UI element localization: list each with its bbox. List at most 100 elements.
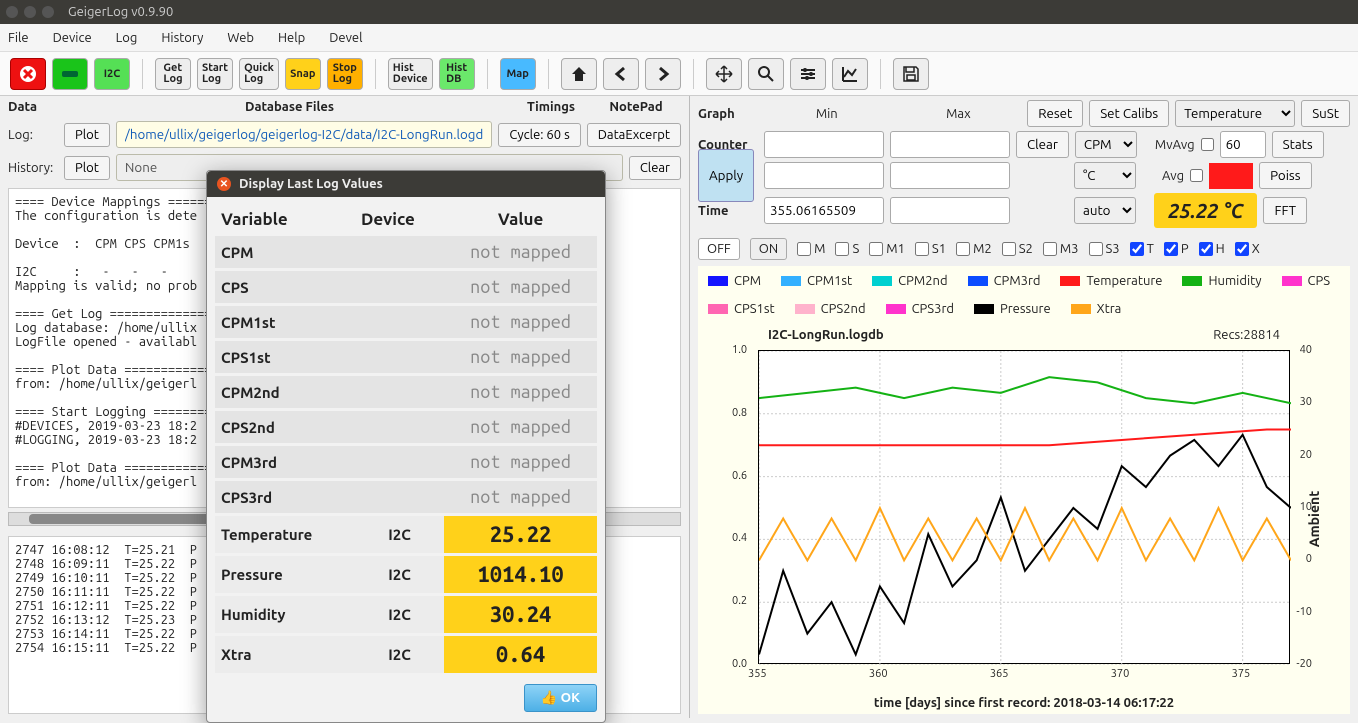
save-icon[interactable] xyxy=(893,58,929,90)
start-log-button[interactable]: Start Log xyxy=(197,58,233,90)
window-min-icon[interactable] xyxy=(24,6,36,18)
menu-history[interactable]: History xyxy=(161,31,203,45)
mvavg-label: MvAvg xyxy=(1155,138,1195,152)
clear-counter-button[interactable]: Clear xyxy=(1016,131,1069,158)
legend-item: Xtra xyxy=(1071,302,1122,316)
toolbar: I2C Get Log Start Log Quick Log Snap Sto… xyxy=(0,52,1358,96)
temperature-display: 25.22 °C xyxy=(1154,193,1257,228)
chk-m2[interactable]: M2 xyxy=(956,242,992,256)
chart-icon[interactable] xyxy=(832,58,868,90)
graph-label: Graph xyxy=(698,107,758,121)
time-max-input[interactable] xyxy=(890,197,1010,224)
plot-log-button[interactable]: Plot xyxy=(64,123,110,147)
menu-device[interactable]: Device xyxy=(53,31,92,45)
quick-log-button[interactable]: Quick Log xyxy=(239,58,279,90)
timings-header: Timings xyxy=(511,100,591,114)
history-label: History: xyxy=(8,161,58,175)
ambient-max-input[interactable] xyxy=(890,162,1010,189)
get-log-button[interactable]: Get Log xyxy=(155,58,191,90)
zoom-icon[interactable] xyxy=(748,58,784,90)
home-icon[interactable] xyxy=(561,58,597,90)
cycle-button[interactable]: Cycle: 60 s xyxy=(498,123,580,147)
hist-device-button[interactable]: Hist Device xyxy=(388,58,433,90)
fft-button[interactable]: FFT xyxy=(1263,197,1307,224)
col-variable: Variable xyxy=(215,206,355,233)
pan-icon[interactable] xyxy=(706,58,742,90)
table-row: CPM3rdnot mapped xyxy=(215,446,597,478)
variable-select[interactable]: Temperature xyxy=(1175,100,1295,127)
close-icon[interactable]: ✕ xyxy=(217,177,231,191)
chart-xlabel: time [days] since first record: 2018-03-… xyxy=(698,696,1350,710)
time-scale-select[interactable]: auto xyxy=(1074,197,1136,224)
chk-s3[interactable]: S3 xyxy=(1089,242,1120,256)
legend-item: CPM3rd xyxy=(968,274,1041,288)
table-row: PressureI2C1014.10 xyxy=(215,556,597,593)
legend-item: CPS2nd xyxy=(795,302,866,316)
chk-s2[interactable]: S2 xyxy=(1002,242,1033,256)
clear-button[interactable]: Clear xyxy=(629,156,681,180)
log-label: Log: xyxy=(8,128,58,142)
chart-area: I2C-LongRun.logdb Recs:28814 Counter [CP… xyxy=(698,324,1350,714)
counter-max-input[interactable] xyxy=(890,131,1010,158)
window-title: GeigerLog v0.9.90 xyxy=(68,5,173,19)
table-row: CPM1stnot mapped xyxy=(215,306,597,338)
legend-item: Temperature xyxy=(1060,274,1162,288)
window-close-icon[interactable] xyxy=(6,6,18,18)
poiss-button[interactable]: Poiss xyxy=(1259,162,1311,189)
chk-h[interactable]: H xyxy=(1199,242,1225,256)
menu-devel[interactable]: Devel xyxy=(329,31,362,45)
chart-plot[interactable] xyxy=(758,350,1290,664)
time-label: Time xyxy=(698,204,758,218)
mvavg-value-input[interactable] xyxy=(1220,131,1266,158)
separator xyxy=(693,59,694,89)
snap-button[interactable]: Snap xyxy=(285,58,321,90)
chk-p[interactable]: P xyxy=(1164,242,1189,256)
ambient-unit-select[interactable]: °C xyxy=(1074,162,1136,189)
configure-icon[interactable] xyxy=(790,58,826,90)
chk-x[interactable]: X xyxy=(1235,242,1260,256)
stats-button[interactable]: Stats xyxy=(1272,131,1324,158)
menu-help[interactable]: Help xyxy=(278,31,305,45)
menu-file[interactable]: File xyxy=(8,31,29,45)
exit-button[interactable] xyxy=(10,58,46,90)
max-label: Max xyxy=(896,107,1022,121)
last-log-values-dialog: ✕ Display Last Log Values Variable Devic… xyxy=(206,170,606,723)
i2c-button[interactable]: I2C xyxy=(94,58,130,90)
chk-s1[interactable]: S1 xyxy=(915,242,946,256)
table-row: XtraI2C0.64 xyxy=(215,636,597,673)
avg-checkbox[interactable] xyxy=(1190,169,1203,182)
chk-t[interactable]: T xyxy=(1130,242,1154,256)
reset-button[interactable]: Reset xyxy=(1027,100,1083,127)
map-button[interactable]: Map xyxy=(500,58,536,90)
chk-m3[interactable]: M3 xyxy=(1043,242,1079,256)
counter-unit-select[interactable]: CPM xyxy=(1075,131,1137,158)
off-toggle[interactable]: OFF xyxy=(698,238,740,260)
back-icon[interactable] xyxy=(603,58,639,90)
col-device: Device xyxy=(355,206,444,233)
mvavg-checkbox[interactable] xyxy=(1201,138,1214,151)
on-toggle[interactable]: ON xyxy=(750,238,787,260)
chk-m[interactable]: M xyxy=(797,242,825,256)
forward-icon[interactable] xyxy=(645,58,681,90)
counter-min-input[interactable] xyxy=(764,131,884,158)
window-max-icon[interactable] xyxy=(42,6,54,18)
color-swatch[interactable] xyxy=(1209,163,1253,189)
chart-legend: CPMCPM1stCPM2ndCPM3rdTemperatureHumidity… xyxy=(698,266,1350,324)
chk-s[interactable]: S xyxy=(835,242,859,256)
connect-button[interactable] xyxy=(52,58,88,90)
ok-button[interactable]: 👍 OK xyxy=(524,684,597,712)
chk-m1[interactable]: M1 xyxy=(869,242,905,256)
stop-log-button[interactable]: Stop Log xyxy=(327,58,363,90)
menu-log[interactable]: Log xyxy=(116,31,138,45)
data-excerpt-button[interactable]: DataExcerpt xyxy=(587,123,681,147)
plot-history-button[interactable]: Plot xyxy=(64,156,110,180)
sust-button[interactable]: SuSt xyxy=(1301,100,1350,127)
col-value: Value xyxy=(444,206,597,233)
hist-db-button[interactable]: Hist DB xyxy=(439,58,475,90)
set-calibs-button[interactable]: Set Calibs xyxy=(1089,100,1169,127)
ambient-min-input[interactable] xyxy=(764,162,884,189)
apply-button[interactable]: Apply xyxy=(698,149,754,202)
log-path-input[interactable] xyxy=(116,121,493,148)
time-min-input[interactable] xyxy=(764,197,884,224)
menu-web[interactable]: Web xyxy=(227,31,254,45)
